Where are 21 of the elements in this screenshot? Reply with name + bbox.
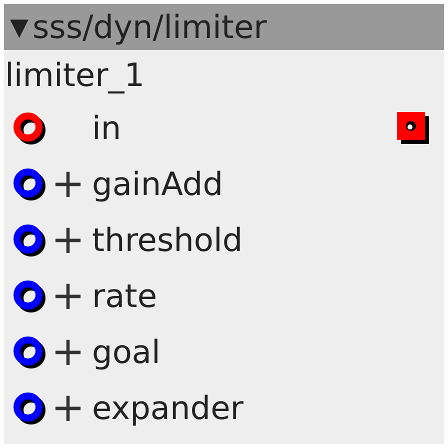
port-label: gainAdd [92,168,224,200]
port-label: threshold [92,224,243,256]
port-ring-icon[interactable] [12,334,48,370]
port-ring-icon[interactable] [12,278,48,314]
port-label: rate [92,280,157,312]
add-sign[interactable]: + [48,164,88,204]
object-path: sss/dyn/limiter [32,11,267,43]
add-sign[interactable]: + [48,220,88,260]
add-sign[interactable]: + [48,332,88,372]
port-label: expander [92,392,244,424]
add-sign[interactable]: + [48,276,88,316]
collapse-arrow[interactable]: ▼ [10,15,28,39]
port-ring-icon[interactable] [12,110,48,146]
port-label: in [92,112,122,144]
port-ring-icon[interactable] [12,166,48,202]
port-ring-icon[interactable] [12,390,48,426]
outlet-square-icon[interactable] [396,110,432,146]
port-label: goal [92,336,160,368]
add-sign[interactable]: + [48,388,88,428]
port-ring-icon[interactable] [12,222,48,258]
instance-name: limiter_1 [4,55,146,96]
